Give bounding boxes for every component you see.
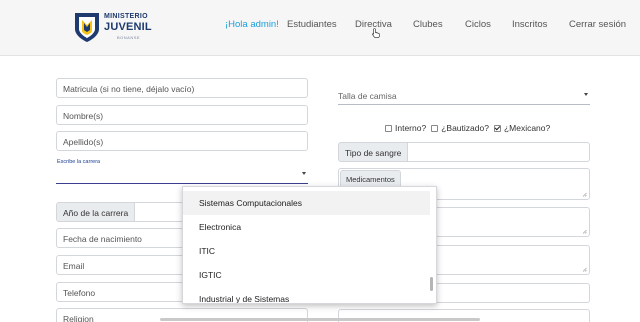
logo-text-juvenil: JUVENIL <box>104 21 152 33</box>
nav-clubes[interactable]: Clubes <box>413 19 443 30</box>
dropdown-option[interactable]: ITIC <box>183 239 430 263</box>
logo-shield-icon <box>75 13 99 42</box>
logo-text-sub: BONANSE <box>117 35 141 40</box>
talla-camisa-placeholder: Talla de camisa <box>338 91 397 101</box>
resize-grip-icon[interactable] <box>582 229 587 234</box>
apellido-input[interactable]: Apellido(s) <box>56 131 308 151</box>
caret-down-icon <box>302 172 306 175</box>
checkbox-row: Interno? ¿Bautizado? ¿Mexicano? <box>385 123 550 133</box>
hand-pointer-icon <box>372 28 380 38</box>
dropdown-option[interactable]: Industrial y de Sistemas <box>183 287 430 303</box>
nav-inscritos[interactable]: Inscritos <box>512 19 547 30</box>
bautizado-box[interactable] <box>431 124 439 132</box>
bautizado-checkbox[interactable]: ¿Bautizado? <box>431 123 489 133</box>
tipo-sangre-label: Tipo de sangre <box>338 142 409 162</box>
page: MINISTERIO JUVENIL BONANSE ¡Hola admin! … <box>0 0 640 322</box>
logo-text-ministerio: MINISTERIO <box>104 13 148 20</box>
nav-estudiantes[interactable]: Estudiantes <box>287 19 337 30</box>
interno-box[interactable] <box>385 124 392 132</box>
interno-checkbox[interactable]: Interno? <box>385 123 426 133</box>
carrera-select[interactable] <box>56 164 308 184</box>
talla-camisa-select[interactable]: Talla de camisa <box>338 85 590 105</box>
mexicano-box[interactable] <box>493 124 501 132</box>
dropdown-option[interactable]: Electronica <box>183 215 430 239</box>
navbar: MINISTERIO JUVENIL BONANSE ¡Hola admin! … <box>0 0 640 56</box>
caret-down-icon <box>584 93 588 96</box>
matricula-input[interactable]: Matricula (si no tiene, déjalo vacío) <box>56 78 308 98</box>
interno-label: Interno? <box>395 123 427 133</box>
mexicano-label: ¿Mexicano? <box>503 123 551 133</box>
dropdown-option[interactable]: IGTIC <box>183 263 430 287</box>
nav-greeting[interactable]: ¡Hola admin! <box>225 19 279 30</box>
resize-grip-icon[interactable] <box>582 192 587 197</box>
mexicano-checkbox[interactable]: ¿Mexicano? <box>493 123 551 133</box>
bautizado-label: ¿Bautizado? <box>441 123 489 133</box>
logo[interactable]: MINISTERIO JUVENIL BONANSE <box>74 9 152 47</box>
nav-cerrar-sesion[interactable]: Cerrar sesión <box>569 19 626 30</box>
tipo-sangre-input[interactable] <box>408 142 590 162</box>
dropdown-scrollbar[interactable] <box>430 277 433 291</box>
nav-ciclos[interactable]: Ciclos <box>465 19 491 30</box>
carrera-dropdown-list[interactable]: Sistemas Computacionales Electronica ITI… <box>182 186 437 304</box>
horizontal-scrollbar[interactable] <box>160 318 480 321</box>
nombre-input[interactable]: Nombre(s) <box>56 105 308 125</box>
anio-carrera-label: Año de la carrera <box>56 202 136 222</box>
resize-grip-icon[interactable] <box>582 267 587 272</box>
dropdown-option[interactable]: Sistemas Computacionales <box>183 191 430 215</box>
tipo-sangre-group[interactable]: Tipo de sangre <box>338 142 590 162</box>
